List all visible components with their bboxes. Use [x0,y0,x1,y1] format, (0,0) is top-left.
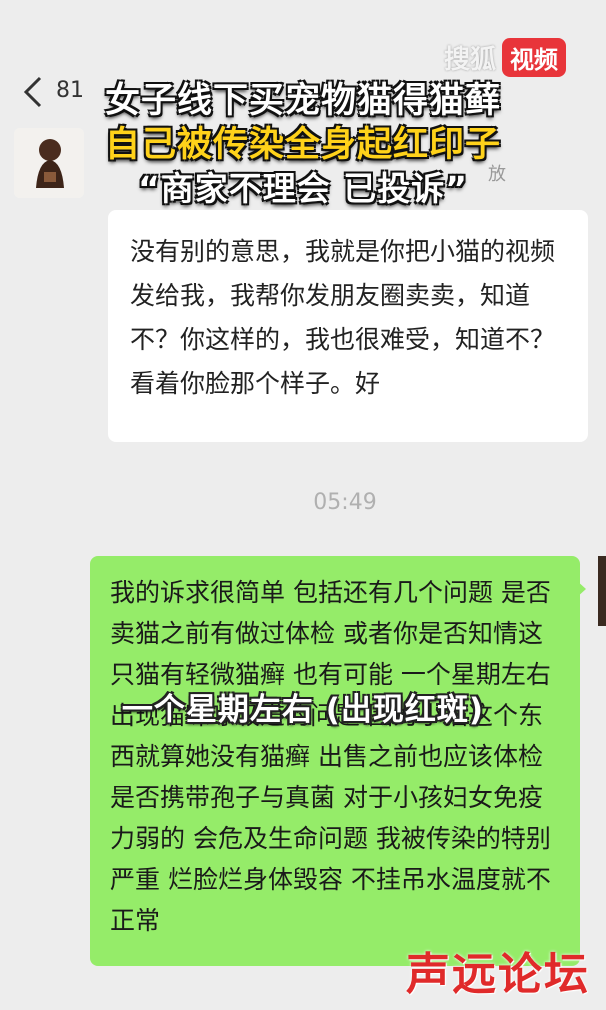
outgoing-message-bubble[interactable]: 我的诉求很简单 包括还有几个问题 是否卖猫之前有做过体检 或者你是否知情这只猫有… [90,556,580,966]
video-title-line3: “商家不理会 已投诉” [138,169,468,208]
video-title-line2: 自己被传染全身起红印子 [104,125,501,165]
outgoing-bubble-tail [576,580,586,598]
forum-watermark: 声远论坛 [406,949,590,1000]
outgoing-message-text: 我的诉求很简单 包括还有几个问题 是否卖猫之前有做过体检 或者你是否知情这只猫有… [110,578,551,935]
brand-text: 搜狐 [443,45,496,75]
message-timestamp: 05:49 [313,490,377,515]
self-avatar-edge[interactable] [598,556,606,626]
video-subtitle: 一个星期左右 (出现红斑) [121,692,485,728]
incoming-message-bubble[interactable]: 没有别的意思，我就是你把小猫的视频发给我，我帮你发朋友圈卖卖，知道不？你这样的，… [108,210,588,442]
incoming-message-text: 没有别的意思，我就是你把小猫的视频发给我，我帮你发朋友圈卖卖，知道不？你这样的，… [130,237,556,398]
